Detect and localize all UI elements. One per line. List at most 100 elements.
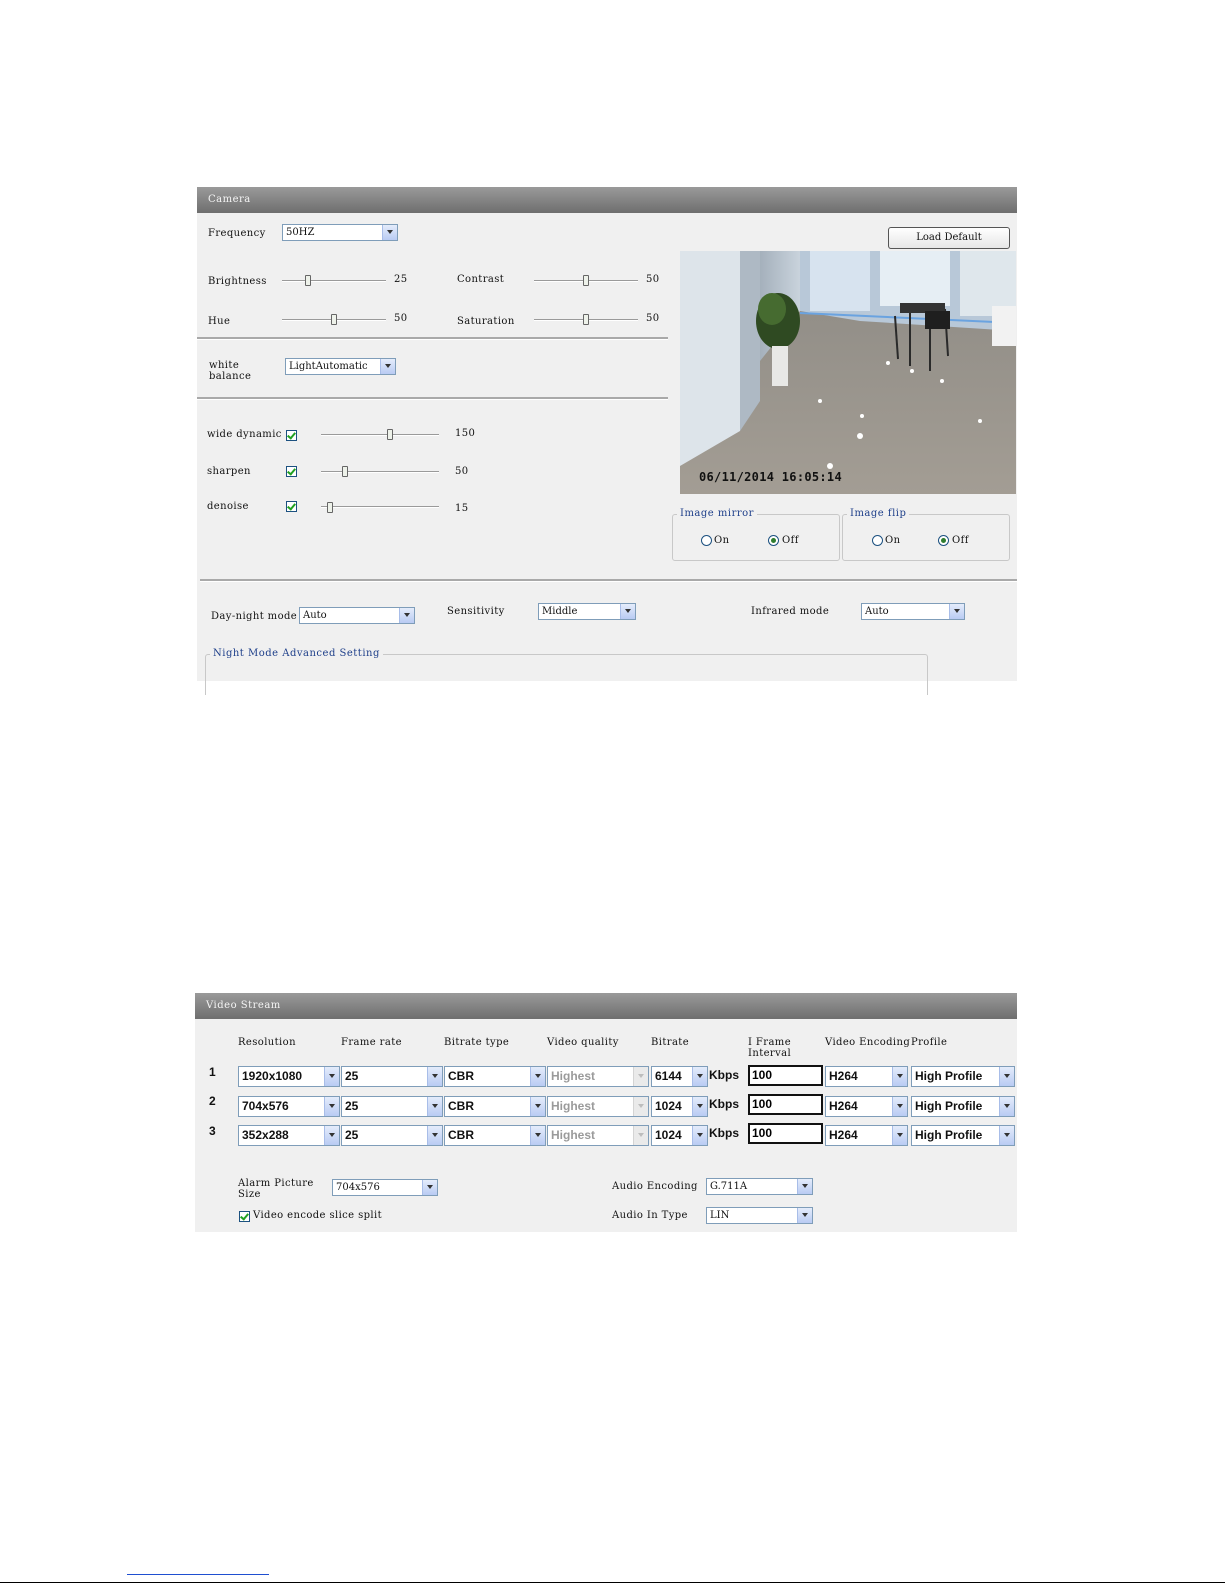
- resolution-value: 1920x1080: [242, 1069, 303, 1083]
- image-flip-off-radio[interactable]: [938, 535, 949, 546]
- brightness-slider-thumb[interactable]: [305, 275, 311, 286]
- video-quality-value: Highest: [551, 1069, 596, 1083]
- profile-select[interactable]: High Profile: [911, 1066, 1015, 1087]
- sensitivity-value: Middle: [542, 606, 578, 617]
- bitrate-type-select[interactable]: CBR: [444, 1125, 546, 1146]
- denoise-slider-thumb[interactable]: [327, 502, 333, 513]
- night-mode-advanced-legend[interactable]: Night Mode Advanced Setting: [210, 648, 383, 659]
- image-mirror-off-radio[interactable]: [768, 535, 779, 546]
- chevron-down-icon[interactable]: [427, 1067, 442, 1086]
- night-mode-advanced-group: [205, 654, 928, 695]
- chevron-down-icon[interactable]: [949, 604, 964, 619]
- video-encoding-select[interactable]: H264: [825, 1066, 908, 1087]
- image-flip-on-radio[interactable]: [872, 535, 883, 546]
- alarm-picture-size-select[interactable]: 704x576: [332, 1179, 438, 1196]
- infrared-mode-select[interactable]: Auto: [861, 603, 965, 620]
- bitrate-select[interactable]: 1024: [651, 1096, 708, 1117]
- video-encoding-select[interactable]: H264: [825, 1125, 908, 1146]
- chevron-down-icon[interactable]: [324, 1097, 339, 1116]
- header-i-frame-line1: I Frame: [748, 1037, 792, 1048]
- profile-select[interactable]: High Profile: [911, 1096, 1015, 1117]
- day-night-mode-select[interactable]: Auto: [299, 607, 415, 624]
- resolution-select[interactable]: 1920x1080: [238, 1066, 340, 1087]
- image-mirror-legend: Image mirror: [677, 508, 757, 519]
- chevron-down-icon[interactable]: [422, 1180, 437, 1195]
- saturation-value: 50: [646, 313, 660, 324]
- white-balance-select[interactable]: LightAutomatic: [285, 358, 396, 375]
- i-frame-input[interactable]: 100: [748, 1065, 823, 1086]
- chevron-down-icon[interactable]: [892, 1067, 907, 1086]
- video-encoding-value: H264: [829, 1069, 858, 1083]
- alarm-picture-size-value: 704x576: [336, 1182, 380, 1193]
- denoise-label: denoise: [207, 501, 249, 512]
- audio-in-type-select[interactable]: LIN: [706, 1207, 813, 1224]
- sharpen-slider-track[interactable]: [321, 471, 439, 473]
- image-mirror-on-radio[interactable]: [701, 535, 712, 546]
- audio-encoding-value: G.711A: [710, 1181, 748, 1192]
- chevron-down-icon[interactable]: [380, 359, 395, 374]
- bitrate-value: 6144: [655, 1069, 682, 1083]
- saturation-label: Saturation: [457, 316, 515, 327]
- i-frame-input[interactable]: 100: [748, 1123, 823, 1144]
- chevron-down-icon[interactable]: [692, 1067, 707, 1086]
- preview-timestamp: 06/11/2014 16:05:14: [699, 470, 842, 484]
- denoise-value: 15: [455, 503, 469, 514]
- bitrate-select[interactable]: 6144: [651, 1066, 708, 1087]
- denoise-slider-track[interactable]: [321, 506, 439, 508]
- chevron-down-icon[interactable]: [427, 1126, 442, 1145]
- chevron-down-icon[interactable]: [692, 1097, 707, 1116]
- brightness-slider-track[interactable]: [282, 280, 386, 282]
- chevron-down-icon[interactable]: [892, 1097, 907, 1116]
- chevron-down-icon[interactable]: [324, 1067, 339, 1086]
- bitrate-type-select[interactable]: CBR: [444, 1066, 546, 1087]
- frequency-select[interactable]: 50HZ: [282, 224, 398, 241]
- contrast-slider-thumb[interactable]: [583, 275, 589, 286]
- chevron-down-icon[interactable]: [620, 604, 635, 619]
- bitrate-type-select[interactable]: CBR: [444, 1096, 546, 1117]
- profile-value: High Profile: [915, 1128, 983, 1142]
- resolution-select[interactable]: 352x288: [238, 1125, 340, 1146]
- denoise-checkbox[interactable]: [286, 501, 297, 512]
- resolution-select[interactable]: 704x576: [238, 1096, 340, 1117]
- load-default-button[interactable]: Load Default: [888, 227, 1010, 249]
- wide-dynamic-slider-track[interactable]: [321, 434, 439, 436]
- chevron-down-icon[interactable]: [427, 1097, 442, 1116]
- chevron-down-icon[interactable]: [999, 1097, 1014, 1116]
- frame-rate-select[interactable]: 25: [341, 1125, 443, 1146]
- saturation-slider-thumb[interactable]: [583, 314, 589, 325]
- header-video-quality: Video quality: [547, 1037, 619, 1048]
- chevron-down-icon[interactable]: [692, 1126, 707, 1145]
- contrast-value: 50: [646, 274, 660, 285]
- chevron-down-icon[interactable]: [892, 1126, 907, 1145]
- wide-dynamic-checkbox[interactable]: [286, 430, 297, 441]
- chevron-down-icon[interactable]: [999, 1067, 1014, 1086]
- hue-value: 50: [394, 313, 408, 324]
- chevron-down-icon[interactable]: [399, 608, 414, 623]
- frame-rate-select[interactable]: 25: [341, 1066, 443, 1087]
- image-flip-off-label: Off: [952, 535, 969, 546]
- wide-dynamic-slider-thumb[interactable]: [387, 429, 393, 440]
- alarm-picture-label-line1: Alarm Picture: [238, 1178, 314, 1189]
- chevron-down-icon[interactable]: [530, 1067, 545, 1086]
- profile-select[interactable]: High Profile: [911, 1125, 1015, 1146]
- chevron-down-icon[interactable]: [797, 1208, 812, 1223]
- video-stream-title: Video Stream: [195, 993, 1017, 1019]
- i-frame-input[interactable]: 100: [748, 1094, 823, 1115]
- frame-rate-select[interactable]: 25: [341, 1096, 443, 1117]
- bitrate-select[interactable]: 1024: [651, 1125, 708, 1146]
- video-encoding-select[interactable]: H264: [825, 1096, 908, 1117]
- sharpen-slider-thumb[interactable]: [342, 466, 348, 477]
- hue-slider-thumb[interactable]: [331, 314, 337, 325]
- chevron-down-icon[interactable]: [530, 1126, 545, 1145]
- chevron-down-icon[interactable]: [382, 225, 397, 240]
- chevron-down-icon[interactable]: [324, 1126, 339, 1145]
- slice-split-checkbox[interactable]: [239, 1211, 250, 1222]
- frequency-value: 50HZ: [286, 227, 315, 238]
- chevron-down-icon: [633, 1126, 648, 1145]
- chevron-down-icon[interactable]: [797, 1179, 812, 1194]
- chevron-down-icon[interactable]: [530, 1097, 545, 1116]
- audio-encoding-select[interactable]: G.711A: [706, 1178, 813, 1195]
- sharpen-checkbox[interactable]: [286, 466, 297, 477]
- chevron-down-icon[interactable]: [999, 1126, 1014, 1145]
- sensitivity-select[interactable]: Middle: [538, 603, 636, 620]
